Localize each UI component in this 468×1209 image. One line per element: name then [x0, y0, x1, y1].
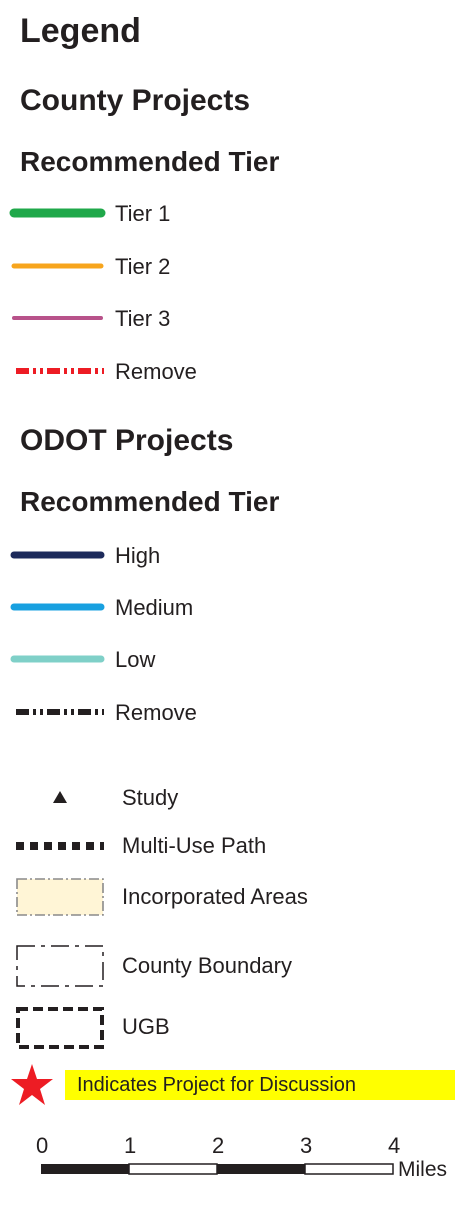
- odot-remove-swatch: [16, 709, 104, 715]
- county-remove-swatch: [16, 368, 104, 374]
- scale-tick-1: 1: [124, 1133, 137, 1158]
- tier-3-label: Tier 3: [115, 306, 171, 331]
- medium-label: Medium: [115, 595, 194, 620]
- dotted-line-icon: [16, 842, 104, 850]
- medium-swatch: [10, 603, 105, 611]
- scale-tick-0: 0: [36, 1133, 49, 1158]
- scale-tick-3: 3: [300, 1133, 313, 1158]
- scale-unit-label: Miles: [398, 1158, 448, 1181]
- odot-projects-heading: ODOT Projects: [20, 424, 234, 457]
- odot-tier-subheading: Recommended Tier: [20, 486, 280, 517]
- county-projects-heading: County Projects: [20, 84, 251, 117]
- odot-remove-label: Remove: [115, 700, 197, 725]
- tier-2-swatch: [11, 263, 104, 269]
- county-tier-subheading: Recommended Tier: [20, 146, 280, 177]
- boundary-icon: [16, 945, 104, 987]
- scale-bar: [41, 1163, 394, 1175]
- tier-1-label: Tier 1: [115, 201, 171, 226]
- multi-use-path-label: Multi-Use Path: [122, 833, 267, 858]
- county-remove-label: Remove: [115, 359, 197, 384]
- tier-2-label: Tier 2: [115, 254, 171, 279]
- area-fill-icon: [16, 878, 104, 916]
- legend-title: Legend: [20, 12, 141, 50]
- high-label: High: [115, 543, 161, 568]
- tier-1-swatch: [9, 208, 106, 218]
- incorporated-areas-label: Incorporated Areas: [122, 884, 308, 909]
- tier-3-swatch: [12, 316, 103, 320]
- study-label: Study: [122, 785, 179, 810]
- triangle-icon: [53, 791, 67, 803]
- scale-tick-2: 2: [212, 1133, 225, 1158]
- ugb-label: UGB: [122, 1014, 170, 1039]
- low-label: Low: [115, 647, 156, 672]
- star-icon: [11, 1064, 53, 1105]
- low-swatch: [10, 655, 105, 663]
- ugb-icon: [16, 1007, 104, 1049]
- scale-tick-4: 4: [388, 1133, 401, 1158]
- high-swatch: [10, 551, 105, 559]
- discussion-banner: Indicates Project for Discussion: [65, 1070, 455, 1100]
- county-boundary-label: County Boundary: [122, 953, 292, 978]
